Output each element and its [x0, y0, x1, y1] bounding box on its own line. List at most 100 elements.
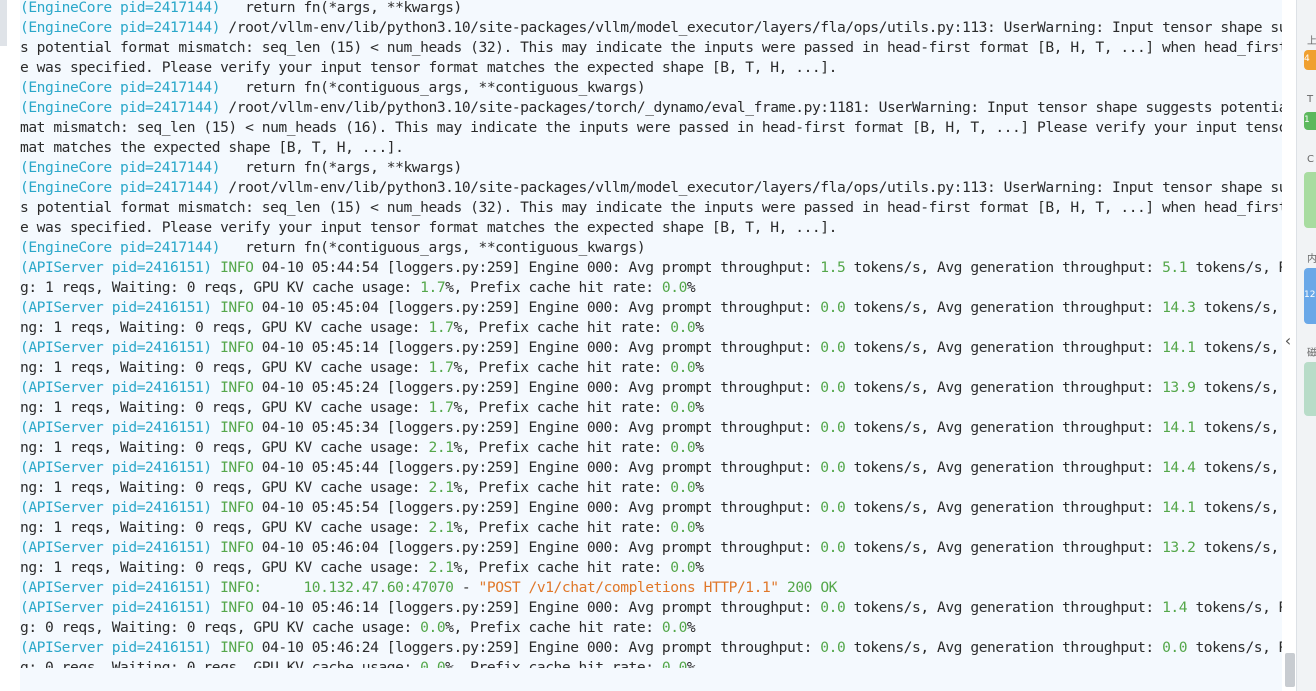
terminal-output[interactable]: (EngineCore pid=2417144) return fn(*args… [20, 0, 1282, 691]
chevron-left-icon[interactable]: ‹ [1280, 330, 1296, 352]
log-text: tokens/s, Runni [1203, 499, 1279, 516]
log-num: 14.1 [1162, 499, 1196, 516]
log-info: INFO [211, 459, 254, 476]
panel-item-glyph: 上 [1307, 36, 1316, 47]
log-num: 14.3 [1162, 299, 1196, 316]
log-line: ng: 1 reqs, Waiting: 0 reqs, GPU KV cach… [20, 318, 1282, 338]
log-tag: (EngineCore pid=2417144) [20, 99, 221, 116]
log-num: 0.0 [820, 459, 846, 476]
log-text: /root/vllm-env/lib/python3.10/site-packa… [220, 19, 1282, 36]
log-text: return fn(*args, **kwargs) [220, 159, 462, 176]
log-num: 0.0 [661, 279, 687, 296]
log-info: INFO [211, 639, 254, 656]
log-line: g: 1 reqs, Waiting: 0 reqs, GPU KV cache… [20, 278, 1282, 298]
log-info: INFO [211, 599, 254, 616]
log-line: mat matches the expected shape [B, T, H,… [20, 138, 1282, 158]
panel-item-glyph: T [1307, 94, 1314, 105]
log-line: (APIServer pid=2416151) INFO: 10.132.47.… [20, 578, 1282, 598]
log-tag: (EngineCore pid=2417144) [20, 79, 221, 96]
log-line: e was specified. Please verify your inpu… [20, 58, 1282, 78]
log-line: (APIServer pid=2416151) INFO 04-10 05:45… [20, 418, 1282, 438]
log-line: (APIServer pid=2416151) INFO 04-10 05:46… [20, 598, 1282, 618]
log-tag: (APIServer pid=2416151) [20, 259, 212, 276]
log-text: ng: 1 reqs, Waiting: 0 reqs, GPU KV cach… [20, 479, 429, 496]
log-text: % [695, 359, 704, 376]
log-text: tokens/s, Avg generation throughput: [845, 419, 1163, 436]
log-text: % [695, 559, 704, 576]
log-text: tokens/s, Avg generation throughput: [845, 499, 1163, 516]
log-line: e was specified. Please verify your inpu… [20, 218, 1282, 238]
log-str: "POST /v1/chat/completions HTTP/1.1" [478, 579, 780, 596]
log-num: 1.7 [428, 399, 454, 416]
log-text: e was specified. Please verify your inpu… [20, 219, 837, 236]
log-text: tokens/s, Avg generation throughput: [845, 639, 1163, 656]
log-text: tokens/s, Avg generation throughput: [845, 299, 1163, 316]
log-tag: (APIServer pid=2416151) [20, 539, 212, 556]
log-text: %, Prefix cache hit rate: [453, 399, 671, 416]
log-text: 04-10 05:45:34 [loggers.py:259] Engine 0… [253, 419, 821, 436]
log-text: g: 0 reqs, Waiting: 0 reqs, GPU KV cache… [20, 619, 421, 636]
log-text: 04-10 05:45:54 [loggers.py:259] Engine 0… [253, 499, 821, 516]
log-text: return fn(*contiguous_args, **contiguous… [220, 239, 646, 256]
log-text: e was specified. Please verify your inpu… [20, 59, 837, 76]
panel-item-block[interactable] [1304, 172, 1316, 228]
log-text: - [453, 579, 479, 596]
log-text: %, Prefix cache hit rate: [453, 359, 671, 376]
log-tag: (EngineCore pid=2417144) [20, 239, 221, 256]
log-num: 2.1 [428, 479, 454, 496]
log-tag: (APIServer pid=2416151) [20, 579, 212, 596]
log-text: % [695, 519, 704, 536]
log-line: s potential format mismatch: seq_len (15… [20, 38, 1282, 58]
panel-item-block[interactable] [1304, 362, 1316, 416]
log-text: % [695, 319, 704, 336]
log-info: INFO [211, 539, 254, 556]
log-line: (APIServer pid=2416151) INFO 04-10 05:46… [20, 638, 1282, 658]
log-line: (APIServer pid=2416151) INFO 04-10 05:45… [20, 378, 1282, 398]
panel-item-glyph: 内 [1307, 254, 1316, 265]
log-line: (EngineCore pid=2417144) return fn(*cont… [20, 238, 1282, 258]
log-tag: (EngineCore pid=2417144) [20, 179, 221, 196]
log-text: ng: 1 reqs, Waiting: 0 reqs, GPU KV cach… [20, 319, 429, 336]
log-text: tokens/s, Avg generation throughput: [845, 259, 1163, 276]
log-info: INFO [211, 379, 254, 396]
log-text: %, Prefix cache hit rate: [453, 519, 671, 536]
log-text: s potential format mismatch: seq_len (15… [20, 199, 1282, 216]
panel-item-glyph: 磁 [1307, 348, 1316, 359]
log-tag: (APIServer pid=2416151) [20, 459, 212, 476]
log-tag: (APIServer pid=2416151) [20, 379, 212, 396]
log-text: ng: 1 reqs, Waiting: 0 reqs, GPU KV cach… [20, 519, 429, 536]
log-num: 1.5 [820, 259, 846, 276]
log-text: % [686, 279, 696, 296]
log-num: 0.0 [820, 499, 846, 516]
panel-item-count: 12 [1304, 290, 1316, 300]
log-text: tokens/s, Runnin [1195, 599, 1282, 616]
log-tag: (APIServer pid=2416151) [20, 339, 212, 356]
log-line: (EngineCore pid=2417144) /root/vllm-env/… [20, 98, 1282, 118]
log-text: ng: 1 reqs, Waiting: 0 reqs, GPU KV cach… [20, 359, 429, 376]
log-line: (APIServer pid=2416151) INFO 04-10 05:45… [20, 298, 1282, 318]
log-text: mat mismatch: seq_len (15) < num_heads (… [20, 119, 1282, 136]
log-num: 1.7 [428, 319, 454, 336]
log-tag: (APIServer pid=2416151) [20, 419, 212, 436]
log-num: 0.0 [820, 639, 846, 656]
log-text: tokens/s, Runni [1203, 459, 1279, 476]
log-text: ng: 1 reqs, Waiting: 0 reqs, GPU KV cach… [20, 399, 429, 416]
log-text: ng: 1 reqs, Waiting: 0 reqs, GPU KV cach… [20, 559, 429, 576]
log-line: s potential format mismatch: seq_len (15… [20, 198, 1282, 218]
log-text: 04-10 05:45:24 [loggers.py:259] Engine 0… [253, 379, 821, 396]
log-info: INFO [211, 259, 254, 276]
log-num: 0.0 [820, 599, 846, 616]
scrollbar-thumb[interactable] [1285, 653, 1295, 687]
log-text: s potential format mismatch: seq_len (15… [20, 39, 1282, 56]
log-text: 04-10 05:45:44 [loggers.py:259] Engine 0… [253, 459, 821, 476]
log-text: tokens/s, Runnin [1195, 259, 1282, 276]
log-text: ng: 1 reqs, Waiting: 0 reqs, GPU KV cach… [20, 439, 429, 456]
log-num: 0.0 [420, 619, 446, 636]
log-line: ng: 1 reqs, Waiting: 0 reqs, GPU KV cach… [20, 398, 1282, 418]
log-text: %, Prefix cache hit rate: [453, 319, 671, 336]
log-line: (EngineCore pid=2417144) return fn(*args… [20, 0, 1282, 18]
log-line: (APIServer pid=2416151) INFO 04-10 05:46… [20, 538, 1282, 558]
log-text: % [695, 399, 704, 416]
log-num: 2.1 [428, 519, 454, 536]
log-line: (EngineCore pid=2417144) return fn(*args… [20, 158, 1282, 178]
